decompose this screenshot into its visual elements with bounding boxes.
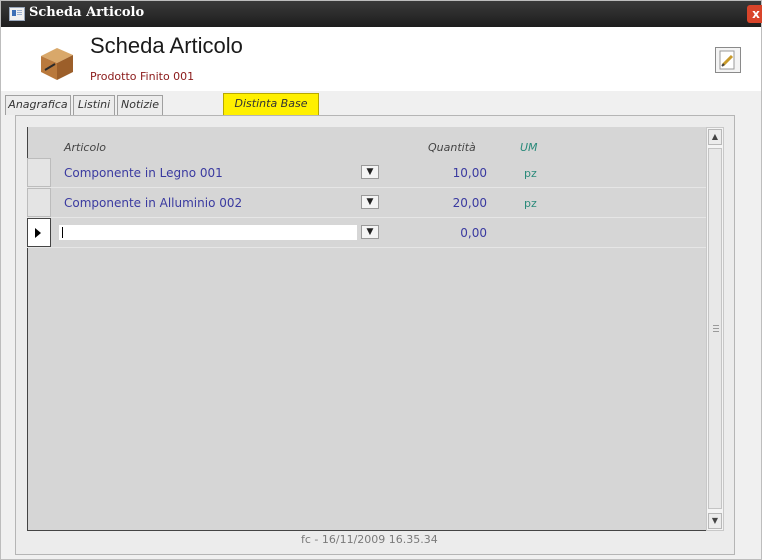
table-row-new[interactable]: ▼ 0,00	[27, 218, 707, 248]
quantita-cell[interactable]: 0,00	[407, 226, 487, 240]
quantita-cell[interactable]: 20,00	[407, 196, 487, 210]
um-cell[interactable]: pz	[524, 167, 537, 180]
window-title: Scheda Articolo	[29, 5, 145, 20]
product-box-icon	[41, 48, 73, 80]
articolo-cell[interactable]: Componente in Alluminio 002	[64, 196, 242, 210]
tab-anagrafica[interactable]: Anagrafica	[5, 95, 71, 115]
chevron-down-icon: ▼	[366, 227, 374, 237]
chevron-down-icon: ▼	[366, 197, 374, 207]
tab-listini[interactable]: Listini	[73, 95, 115, 115]
table-row[interactable]: Componente in Alluminio 002 ▼ 20,00 pz	[27, 188, 707, 218]
vertical-scrollbar[interactable]: ▲ ▼	[706, 127, 724, 531]
row-selector-current[interactable]	[27, 218, 51, 247]
chevron-up-icon: ▲	[711, 132, 719, 141]
tab-distinta-base[interactable]: Distinta Base	[223, 93, 319, 115]
current-row-arrow-icon	[35, 228, 41, 238]
close-icon: x	[752, 7, 760, 21]
articolo-input[interactable]	[59, 225, 357, 240]
tab-notizie[interactable]: Notizie	[117, 95, 163, 115]
edit-button[interactable]	[715, 47, 741, 73]
articolo-dropdown-button[interactable]: ▼	[361, 165, 379, 179]
footer-timestamp: fc - 16/11/2009 16.35.34	[301, 533, 438, 546]
chevron-down-icon: ▼	[366, 167, 374, 177]
column-header-articolo: Articolo	[64, 141, 106, 154]
scrollbar-thumb[interactable]	[708, 148, 722, 509]
row-selector[interactable]	[27, 188, 51, 217]
articolo-dropdown-button[interactable]: ▼	[361, 225, 379, 239]
product-subtitle: Prodotto Finito 001	[90, 70, 195, 83]
grip-icon	[713, 325, 719, 332]
text-caret	[62, 227, 63, 238]
header: Scheda Articolo Prodotto Finito 001	[1, 27, 761, 91]
chevron-down-icon: ▼	[711, 516, 719, 525]
title-bar[interactable]: Scheda Articolo x	[1, 1, 762, 27]
column-header-um: UM	[520, 141, 538, 154]
articolo-cell[interactable]: Componente in Legno 001	[64, 166, 223, 180]
quantita-cell[interactable]: 10,00	[407, 166, 487, 180]
um-cell[interactable]: pz	[524, 197, 537, 210]
scroll-up-button[interactable]: ▲	[708, 129, 722, 145]
page-title: Scheda Articolo	[90, 33, 243, 58]
scroll-down-button[interactable]: ▼	[708, 513, 722, 529]
tab-bar: Anagrafica Listini Notizie Distinta Base	[1, 93, 761, 115]
articolo-dropdown-button[interactable]: ▼	[361, 195, 379, 209]
pencil-icon	[719, 50, 735, 70]
app-window: Scheda Articolo x Scheda Articolo Prodot…	[0, 0, 762, 560]
row-selector[interactable]	[27, 158, 51, 187]
close-button[interactable]: x	[747, 5, 762, 23]
table-row[interactable]: Componente in Legno 001 ▼ 10,00 pz	[27, 158, 707, 188]
app-icon	[9, 7, 25, 21]
column-header-quantita: Quantità	[428, 141, 476, 154]
